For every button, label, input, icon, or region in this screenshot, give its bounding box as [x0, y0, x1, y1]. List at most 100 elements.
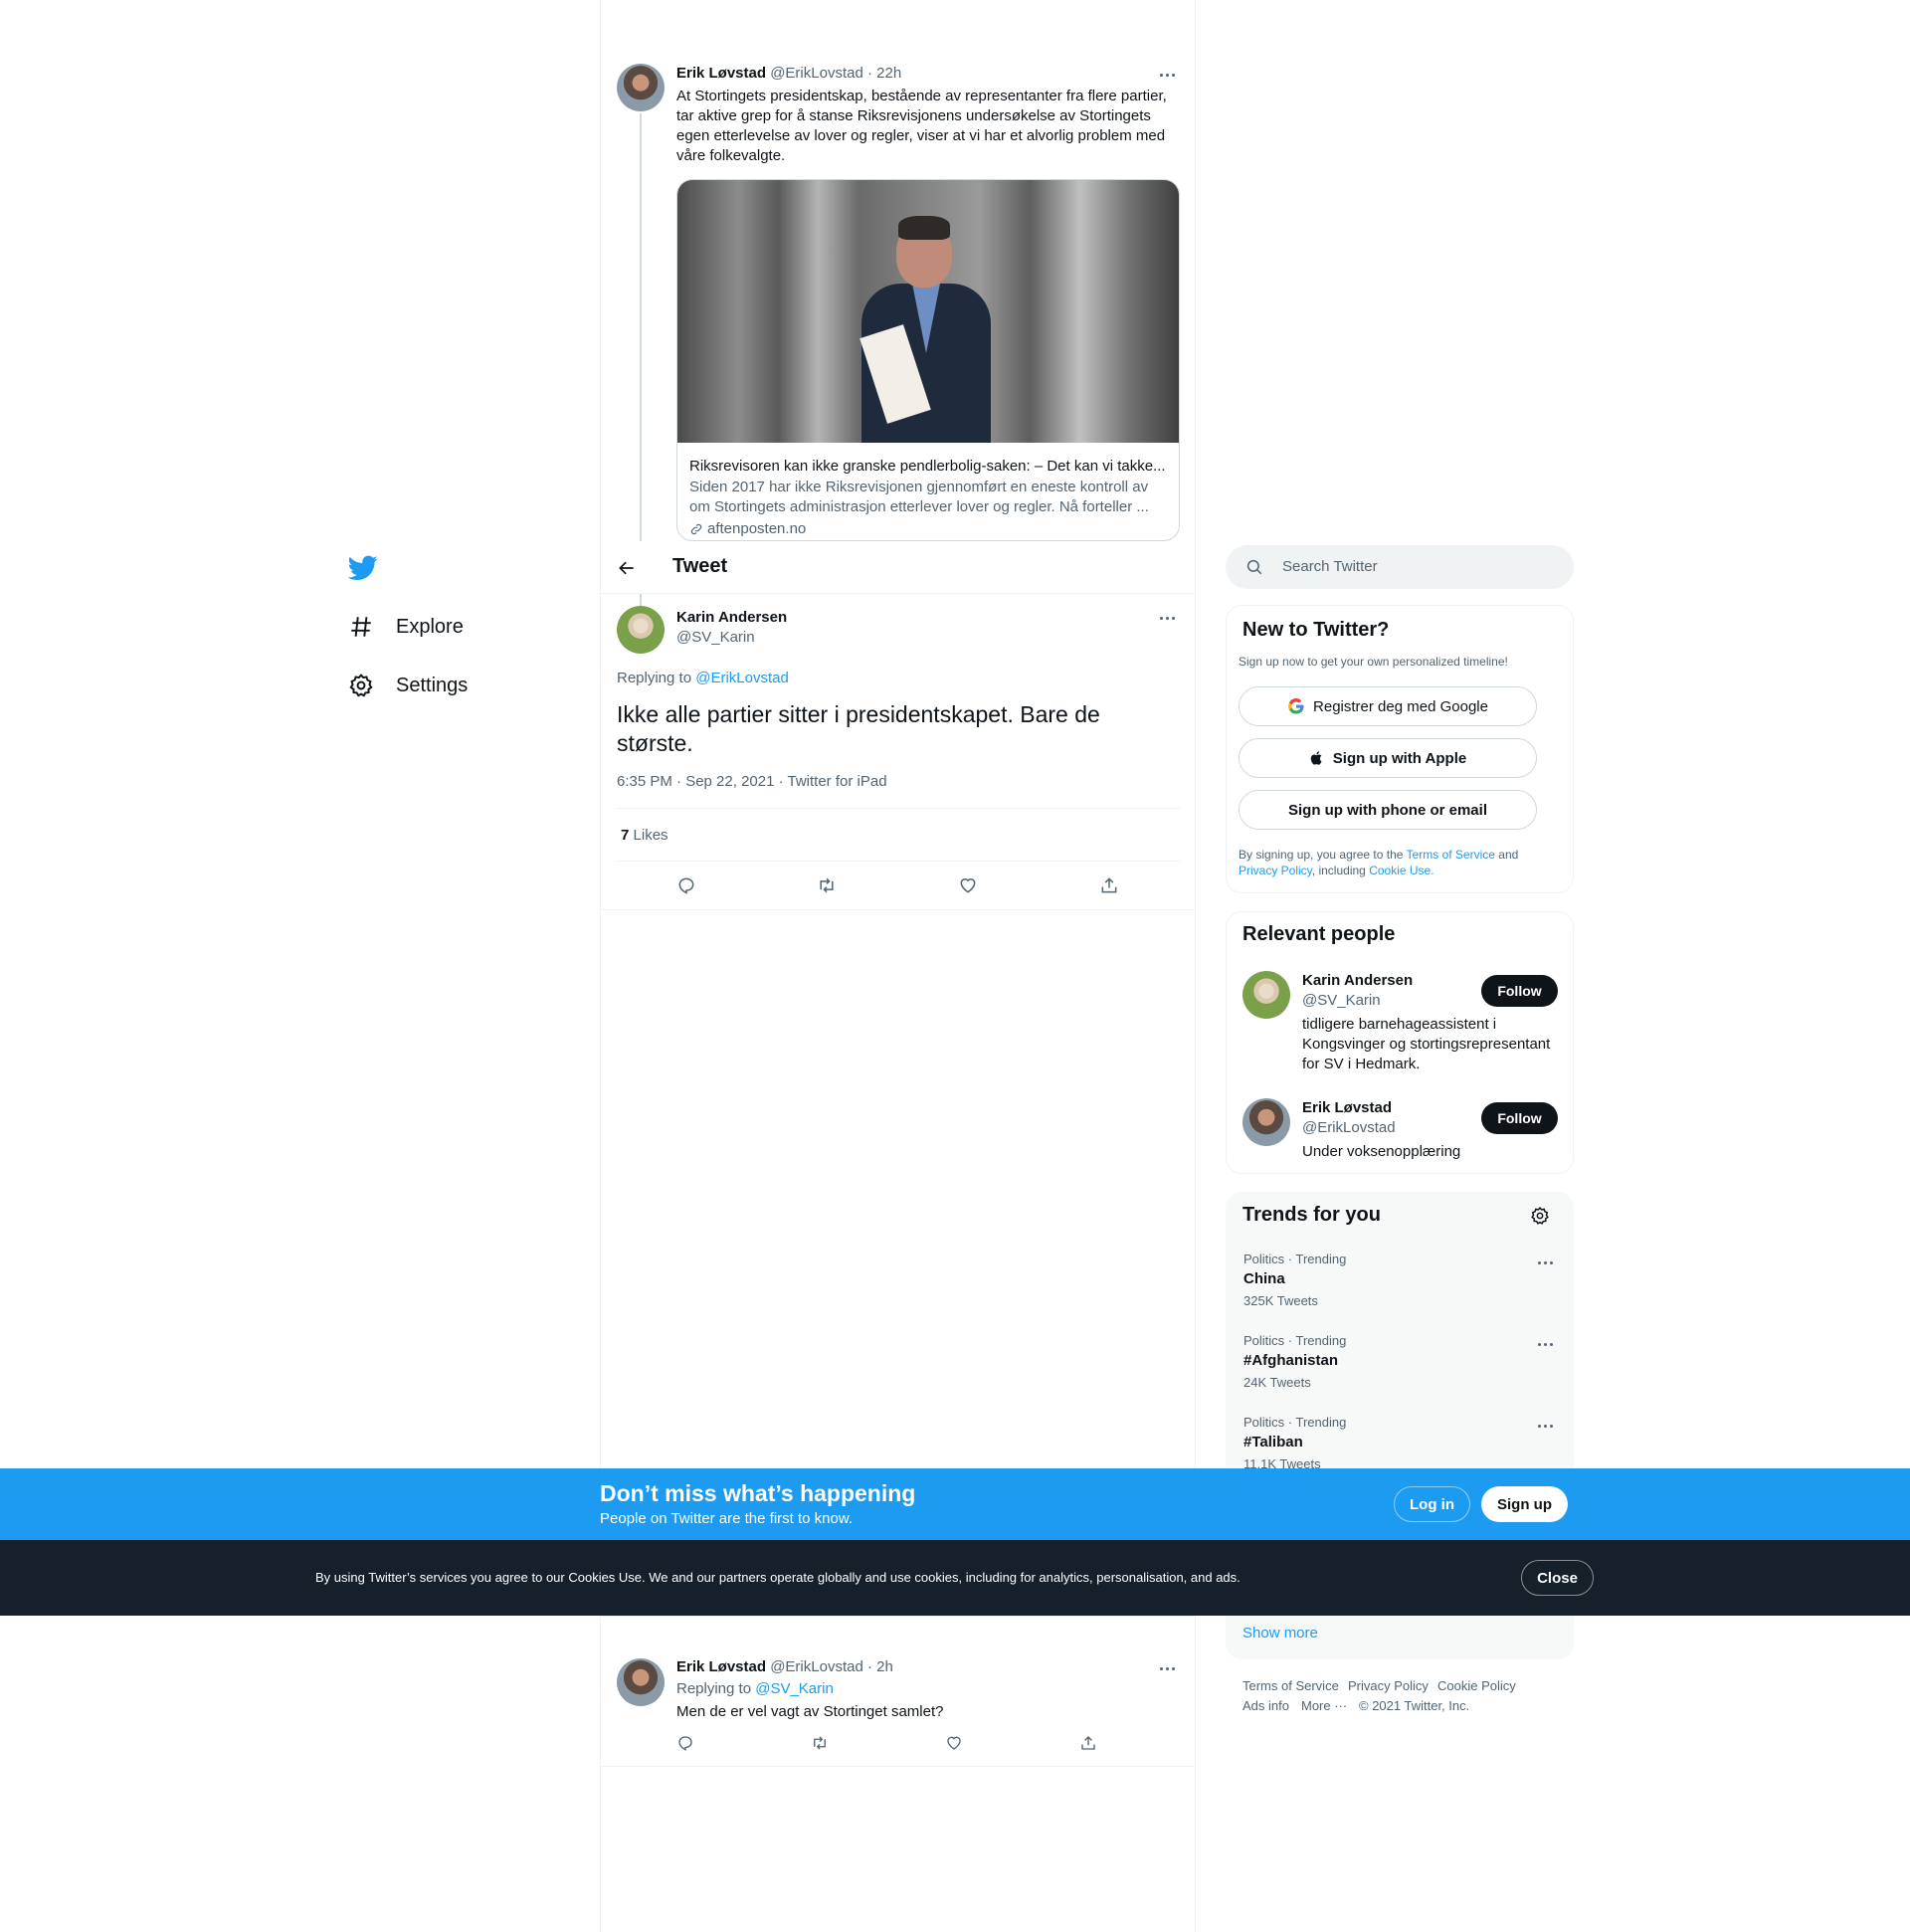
- replying-to-link[interactable]: @SV_Karin: [755, 1680, 834, 1697]
- likes-label: Likes: [633, 827, 668, 844]
- trend-count: 325K Tweets: [1243, 1293, 1318, 1308]
- trend-meta: Politics · Trending: [1243, 1333, 1347, 1348]
- privacy-link[interactable]: Privacy Policy: [1239, 864, 1312, 877]
- parent-tweet-text: At Stortingets presidentskap, bestående …: [676, 88, 1167, 164]
- author-name[interactable]: Erik Løvstad: [676, 1658, 766, 1675]
- trend-name[interactable]: China: [1243, 1270, 1285, 1287]
- person-bio: tidligere barnehageassistent i Kongsving…: [1302, 1016, 1551, 1072]
- author-handle[interactable]: @ErikLovstad: [770, 1658, 863, 1675]
- legal-prefix: By signing up, you agree to the: [1239, 848, 1404, 862]
- follow-button[interactable]: Follow: [1481, 1102, 1558, 1134]
- google-icon: [1288, 698, 1304, 714]
- like-icon[interactable]: [958, 875, 978, 900]
- more-options-icon[interactable]: [1160, 72, 1180, 78]
- likes-count: 7: [621, 827, 630, 844]
- avatar[interactable]: [617, 64, 665, 111]
- more-options-icon[interactable]: [1538, 1341, 1558, 1347]
- phone-email-signup-label: Sign up with phone or email: [1287, 801, 1487, 819]
- trend-meta: Politics · Trending: [1243, 1415, 1347, 1430]
- footer-cookie-link[interactable]: Cookie Policy: [1437, 1678, 1516, 1693]
- legal-and: and: [1498, 848, 1519, 862]
- trend-meta: Politics · Trending: [1243, 1252, 1347, 1266]
- show-more-link[interactable]: Show more: [1242, 1625, 1318, 1642]
- panel-title: Relevant people: [1242, 923, 1396, 945]
- main-tweet-text: Ikke alle partier sitter i presidentskap…: [617, 701, 1100, 756]
- link-card-domain: aftenposten.no: [689, 519, 806, 539]
- avatar[interactable]: [617, 606, 665, 654]
- replying-to-link[interactable]: @ErikLovstad: [695, 670, 789, 686]
- follow-button[interactable]: Follow: [1481, 975, 1558, 1007]
- search-icon: [1246, 559, 1262, 575]
- reply-tweet-text: Men de er vel vagt av Stortinget samlet?: [676, 1703, 944, 1720]
- nav-explore-label: Explore: [396, 615, 464, 638]
- more-options-icon[interactable]: [1538, 1423, 1558, 1429]
- likes-stat[interactable]: 7 Likes: [621, 827, 668, 844]
- twitter-logo-icon[interactable]: [347, 555, 378, 586]
- retweet-icon[interactable]: [817, 875, 837, 900]
- link-card-title: Riksrevisoren kan ikke granske pendlerbo…: [689, 458, 1166, 475]
- like-icon[interactable]: [945, 1734, 963, 1757]
- avatar[interactable]: [617, 1658, 665, 1706]
- tweet-time[interactable]: · 22h: [867, 65, 901, 82]
- signup-banner: [0, 1468, 1910, 1540]
- person-handle[interactable]: @ErikLovstad: [1302, 1119, 1396, 1136]
- reply-icon[interactable]: [676, 1734, 694, 1757]
- cookie-close-button[interactable]: Close: [1521, 1560, 1594, 1596]
- main-column-right-border: [1195, 0, 1196, 1932]
- avatar[interactable]: [1242, 1098, 1290, 1146]
- share-icon[interactable]: [1099, 875, 1119, 900]
- tweet-time[interactable]: · 2h: [867, 1658, 893, 1675]
- signup-legal-text: By signing up, you agree to the Terms of…: [1239, 847, 1557, 878]
- panel-title: Trends for you: [1242, 1204, 1381, 1226]
- person-name[interactable]: Karin Andersen: [1302, 972, 1413, 989]
- person-handle[interactable]: @SV_Karin: [1302, 992, 1381, 1009]
- link-card[interactable]: Riksrevisoren kan ikke granske pendlerbo…: [676, 179, 1180, 541]
- gear-icon: [349, 674, 373, 697]
- author-name[interactable]: Karin Andersen: [676, 609, 787, 626]
- search-box[interactable]: Search Twitter: [1226, 545, 1574, 589]
- more-options-icon[interactable]: [1160, 615, 1180, 621]
- signup-button[interactable]: Sign up: [1481, 1486, 1568, 1522]
- reply-icon[interactable]: [676, 875, 696, 900]
- cookie-link[interactable]: Cookie Use.: [1369, 864, 1433, 877]
- author-handle[interactable]: @ErikLovstad: [770, 65, 863, 82]
- footer-ads-link[interactable]: Ads info: [1242, 1698, 1289, 1713]
- person-name[interactable]: Erik Løvstad: [1302, 1099, 1392, 1116]
- author-handle[interactable]: @SV_Karin: [676, 629, 755, 646]
- phone-email-signup-button[interactable]: Sign up with phone or email: [1239, 790, 1537, 830]
- divider: [617, 861, 1180, 862]
- avatar[interactable]: [1242, 971, 1290, 1019]
- terms-link[interactable]: Terms of Service: [1407, 848, 1495, 862]
- nav-settings[interactable]: Settings: [348, 673, 468, 698]
- panel-subtitle: Sign up now to get your own personalized…: [1239, 655, 1508, 669]
- apple-signup-button[interactable]: Sign up with Apple: [1239, 738, 1537, 778]
- back-arrow-icon[interactable]: [617, 558, 637, 583]
- more-options-icon[interactable]: [1538, 1259, 1558, 1265]
- replying-prefix: Replying to: [676, 1680, 752, 1697]
- google-signup-button[interactable]: Registrer deg med Google: [1239, 686, 1537, 726]
- divider: [601, 1766, 1195, 1767]
- divider: [601, 1616, 1195, 1617]
- footer-terms-link[interactable]: Terms of Service: [1242, 1678, 1339, 1693]
- footer-privacy-link[interactable]: Privacy Policy: [1348, 1678, 1429, 1693]
- footer-more-link[interactable]: More ···: [1301, 1698, 1347, 1713]
- reply-tweet-header: Erik Løvstad @ErikLovstad · 2h: [676, 1658, 893, 1675]
- search-placeholder[interactable]: Search Twitter: [1282, 558, 1378, 575]
- login-button[interactable]: Log in: [1394, 1486, 1470, 1522]
- tweet-meta[interactable]: 6:35 PM · Sep 22, 2021 · Twitter for iPa…: [617, 773, 887, 790]
- more-options-icon[interactable]: [1160, 1665, 1180, 1671]
- trend-name[interactable]: #Taliban: [1243, 1434, 1303, 1450]
- apple-icon: [1310, 751, 1322, 765]
- retweet-icon[interactable]: [811, 1734, 829, 1757]
- footer-copyright: © 2021 Twitter, Inc.: [1359, 1698, 1470, 1713]
- replying-prefix: Replying to: [617, 670, 692, 686]
- replying-to: Replying to @ErikLovstad: [617, 670, 789, 686]
- main-column-left-border: [600, 0, 601, 1932]
- share-icon[interactable]: [1079, 1734, 1097, 1757]
- parent-tweet-header: Erik Løvstad @ErikLovstad · 22h: [676, 65, 901, 82]
- gear-icon[interactable]: [1530, 1206, 1550, 1226]
- author-name[interactable]: Erik Løvstad: [676, 65, 766, 82]
- nav-explore[interactable]: Explore: [348, 614, 464, 640]
- trend-name[interactable]: #Afghanistan: [1243, 1352, 1338, 1369]
- person-bio: Under voksenopplæring: [1302, 1143, 1461, 1160]
